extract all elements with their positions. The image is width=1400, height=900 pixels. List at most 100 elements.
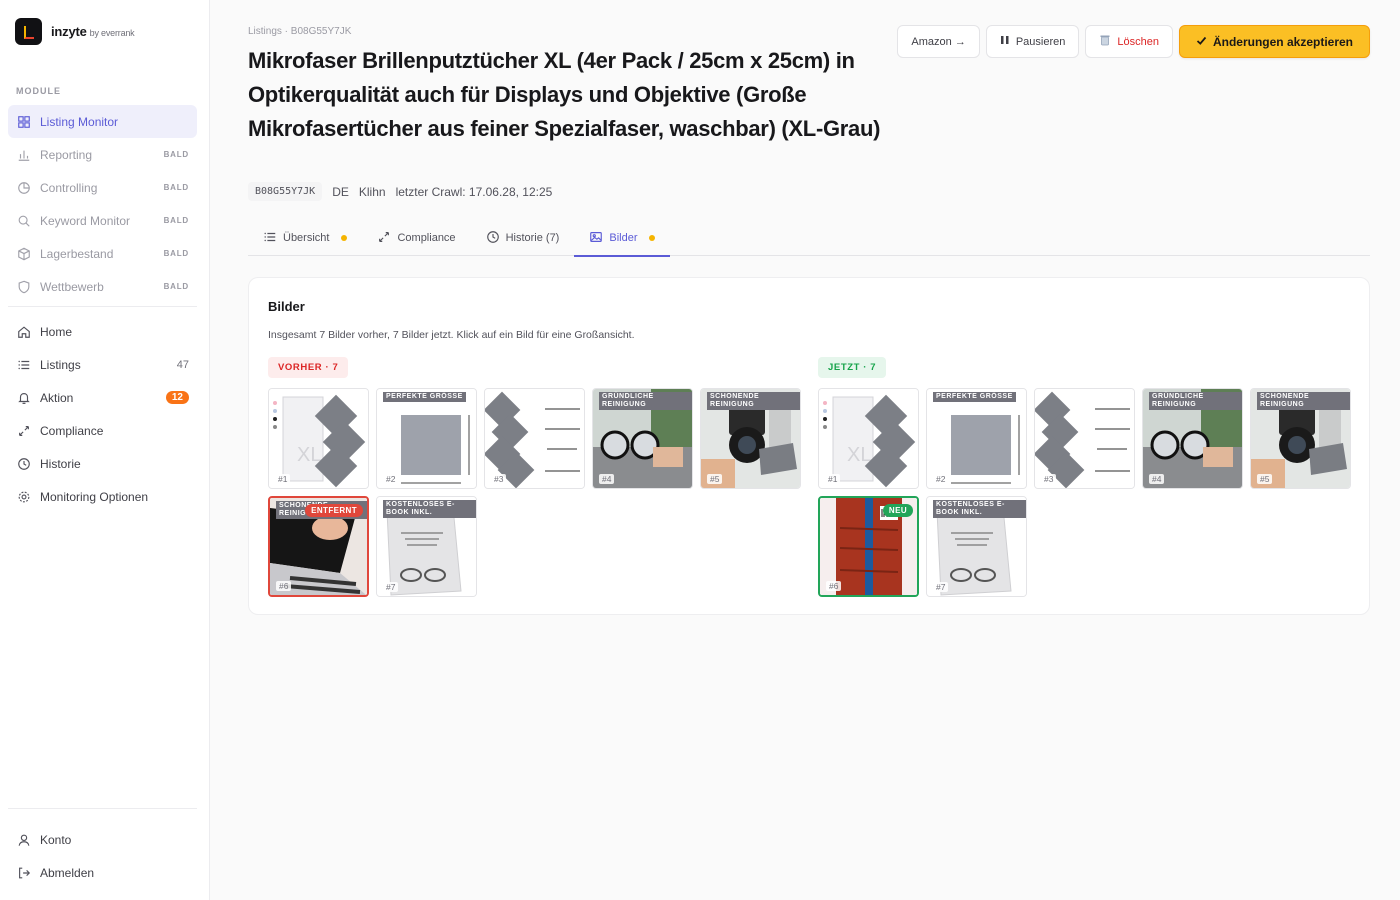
tab-label: Übersicht [283,232,330,244]
sidebar-item-lagerbestand[interactable]: Lagerbestand BALD [8,237,197,270]
new-badge: NEU [882,504,913,517]
header-actions: Amazon → Pausieren Löschen Änderungen ak… [897,25,1370,58]
sidebar-item-label: Listings [40,357,81,372]
sidebar-divider [8,306,197,307]
before-image-thumb[interactable]: SCHONENDE REINIGUNG ENTFERNT #6 [268,496,369,597]
sidebar-item-controlling[interactable]: Controlling BALD [8,171,197,204]
image-caption: SCHONENDE REINIGUNG [1257,392,1350,410]
change-dot [341,235,348,241]
image-index: #3 [1041,474,1057,484]
image-index: #1 [275,474,291,484]
sidebar-item-label: Compliance [40,423,104,438]
image-index: #7 [383,582,399,592]
change-dot [649,235,656,241]
box-icon [16,246,32,262]
image-caption: GRÜNDLICHE REINIGUNG [1149,392,1242,410]
before-image-thumb[interactable]: XL #1 [268,388,369,489]
image-index: #2 [383,474,399,484]
sidebar-item-label: Controlling [40,180,98,195]
image-index: #4 [599,474,615,484]
tab-übersicht[interactable]: Übersicht [248,220,362,256]
now-image-thumb[interactable]: #3 [1034,388,1135,489]
image-icon [589,230,603,247]
bell-icon [16,390,32,406]
user-icon [16,832,32,848]
sidebar-item-label: Abmelden [40,865,95,880]
tab-historie-7[interactable]: Historie (7) [471,220,575,256]
now-image-thumb[interactable]: KOSTENLOSES E-BOOK INKL. #7 [926,496,1027,597]
amazon-button-label: Amazon → [911,35,966,48]
soon-badge: BALD [163,183,189,192]
footer-nav: Konto Abmelden [8,823,197,889]
module-section-label: MODULE [16,86,61,96]
soon-badge: BALD [163,216,189,225]
now-image-thumb[interactable]: GRÜNDLICHE REINIGUNG #4 [1142,388,1243,489]
delete-button-label: Löschen [1117,35,1159,48]
marketplace-label: DE [332,184,349,199]
shield-icon [16,279,32,295]
before-image-thumb[interactable]: PERFEKTE GRÖSSE #2 [376,388,477,489]
sidebar-item-historie[interactable]: Historie [8,447,197,480]
now-pill: JETZT · 7 [818,357,887,378]
now-image-thumb[interactable]: XL #1 [818,388,919,489]
brand-name: inzyte by everrank [51,24,135,39]
sidebar-item-reporting[interactable]: Reporting BALD [8,138,197,171]
image-caption: KOSTENLOSES E-BOOK INKL. [933,500,1026,518]
before-image-thumb[interactable]: #3 [484,388,585,489]
image-caption: KOSTENLOSES E-BOOK INKL. [383,500,476,518]
sidebar-item-label: Wettbewerb [40,279,104,294]
trash-icon [1099,34,1111,49]
accept-changes-button[interactable]: Änderungen akzeptieren [1178,25,1370,58]
before-image-thumb[interactable]: KOSTENLOSES E-BOOK INKL. #7 [376,496,477,597]
accept-changes-label: Änderungen akzeptieren [1212,34,1353,49]
sidebar-item-aktion[interactable]: Aktion 12 [8,381,197,414]
now-image-thumb[interactable]: SCHONENDE REINIGUNG #5 [1250,388,1351,489]
bar-chart-icon [16,147,32,163]
before-image-thumb[interactable]: SCHONENDE REINIGUNG #5 [700,388,801,489]
now-image-thumb[interactable]: NEU #6 [818,496,919,597]
page-title: Mikrofaser Brillenputztücher XL (4er Pac… [248,48,881,141]
grid-icon [16,114,32,130]
tab-compliance[interactable]: Compliance [362,220,470,256]
svg-text:XL: XL [297,444,321,466]
images-card: Bilder Insgesamt 7 Bilder vorher, 7 Bild… [248,277,1370,615]
amazon-button[interactable]: Amazon → [897,25,980,58]
sidebar-item-wettbewerb[interactable]: Wettbewerb BALD [8,270,197,303]
sidebar-item-label: Listing Monitor [40,114,119,129]
clock-icon [16,456,32,472]
brand[interactable]: inzyte by everrank [15,18,135,45]
breadcrumb[interactable]: Listings · B08G55Y7JK [248,26,351,37]
sidebar-item-listing-monitor[interactable]: Listing Monitor [8,105,197,138]
before-image-thumb[interactable]: GRÜNDLICHE REINIGUNG #4 [592,388,693,489]
sidebar-item-monitoring-optionen[interactable]: Monitoring Optionen [8,480,197,513]
sidebar-item-home[interactable]: Home [8,315,197,348]
list-icon [16,357,32,373]
images-card-title: Bilder [268,299,305,314]
sidebar-item-label: Lagerbestand [40,246,114,261]
image-index: #4 [1149,474,1165,484]
image-caption: SCHONENDE REINIGUNG [707,392,800,410]
image-index: #5 [1257,474,1273,484]
tab-bilder[interactable]: Bilder [574,220,671,257]
sidebar-item-abmelden[interactable]: Abmelden [8,856,197,889]
gear-icon [16,489,32,505]
clock-icon [486,230,500,247]
pause-button[interactable]: Pausieren [985,25,1080,58]
image-caption: PERFEKTE GRÖSSE [383,392,466,402]
images-card-description: Insgesamt 7 Bilder vorher, 7 Bilder jetz… [268,329,635,341]
sidebar-item-listings[interactable]: Listings 47 [8,348,197,381]
home-icon [16,324,32,340]
now-image-thumb[interactable]: PERFEKTE GRÖSSE #2 [926,388,1027,489]
arrows-icon [377,230,391,247]
tab-label: Historie (7) [505,232,560,244]
image-index: #1 [825,474,841,484]
sidebar-item-keyword-monitor[interactable]: Keyword Monitor BALD [8,204,197,237]
brand-label: Klihn [358,184,386,199]
delete-button[interactable]: Löschen [1085,25,1173,58]
sidebar-item-compliance[interactable]: Compliance [8,414,197,447]
arrows-icon [16,423,32,439]
notification-badge: 12 [165,391,189,404]
sidebar-item-konto[interactable]: Konto [8,823,197,856]
soon-badge: BALD [163,249,189,258]
sidebar: inzyte by everrank MODULE Listing Monitor… [0,0,210,900]
